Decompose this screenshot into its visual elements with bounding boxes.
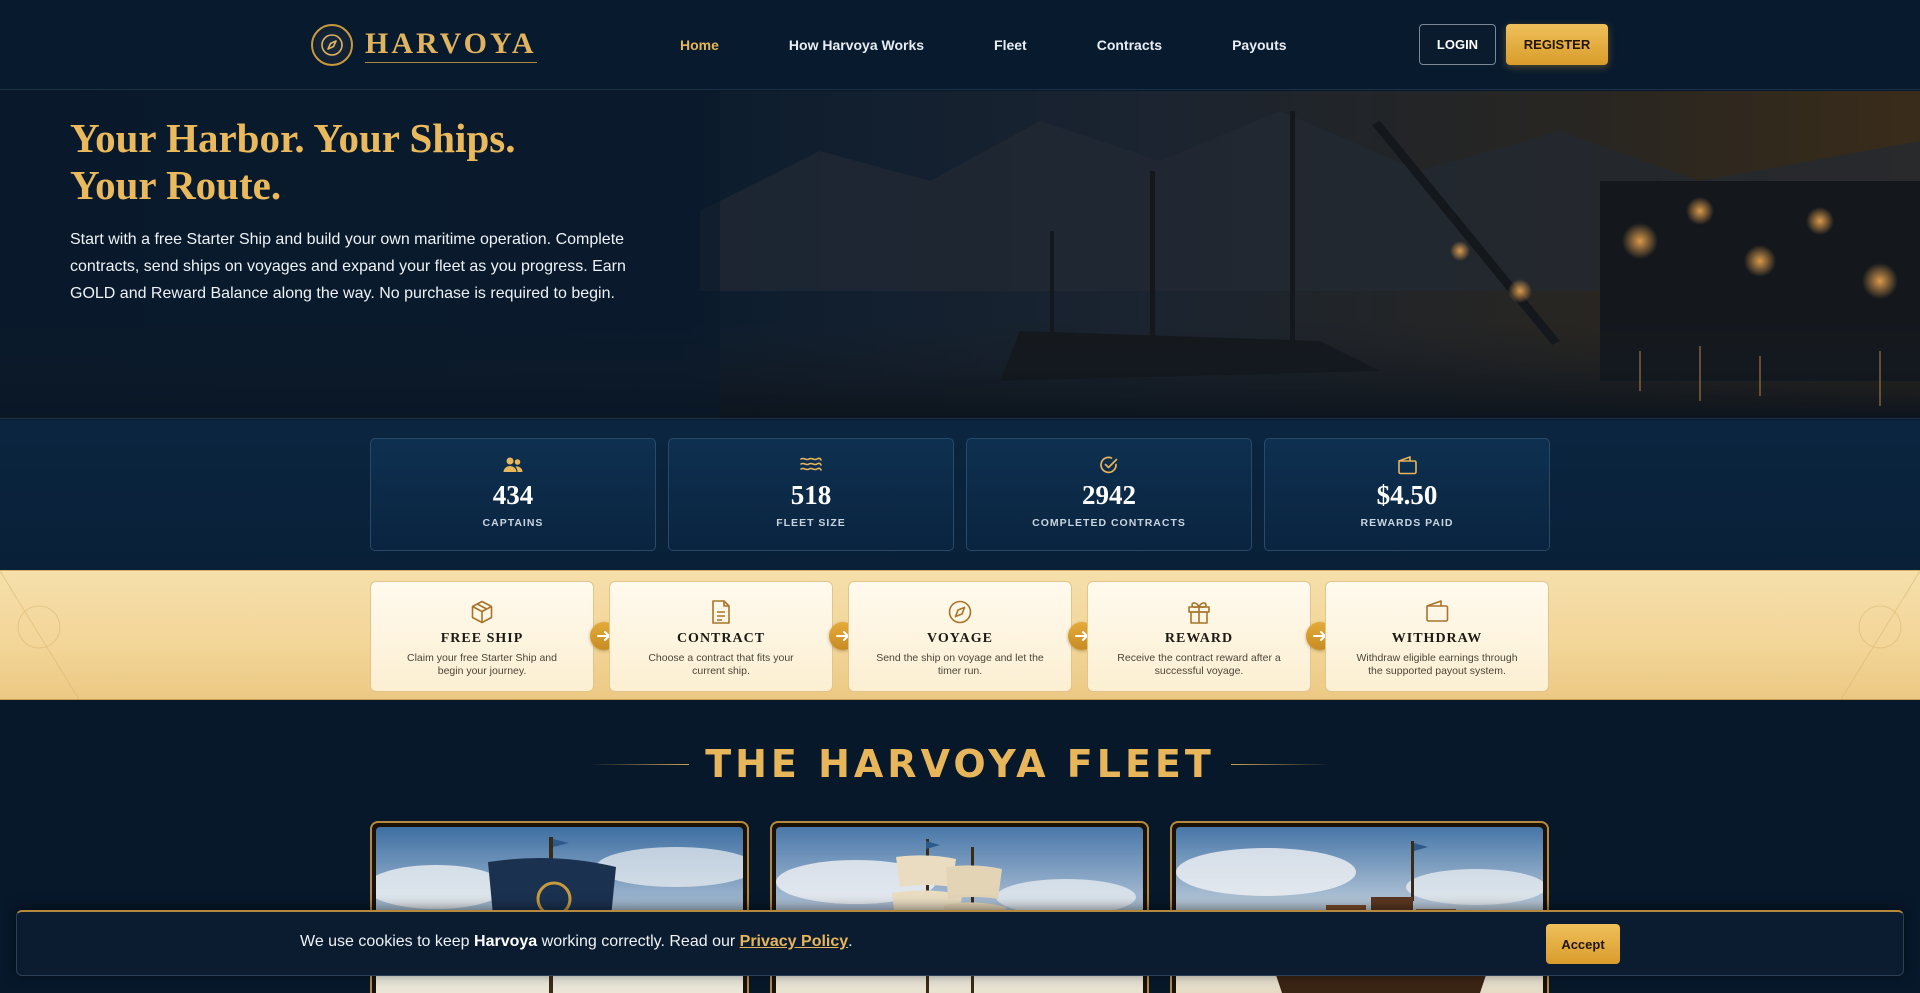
step-reward: REWARD Receive the contract reward after… (1087, 581, 1311, 692)
stat-card-fleet-size: 518 FLEET SIZE (668, 438, 954, 551)
accept-cookies-button[interactable]: Accept (1546, 924, 1620, 964)
hero-section: Your Harbor. Your Ships. Your Route. Sta… (0, 91, 1920, 419)
logo-wordmark: HARVOYA (365, 27, 537, 63)
step-description: Claim your free Starter Ship and begin y… (407, 652, 557, 677)
box-icon (371, 599, 593, 625)
site-header: HARVOYA Home How Harvoya Works Fleet Con… (0, 0, 1920, 90)
step-title: REWARD (1164, 631, 1234, 646)
hero-title: Your Harbor. Your Ships. Your Route. (70, 115, 515, 209)
how-it-works-steps: FREE SHIP Claim your free Starter Ship a… (0, 570, 1920, 700)
step-title: CONTRACT (676, 631, 766, 646)
nav-how-it-works[interactable]: How Harvoya Works (754, 37, 959, 53)
stats-section: 434 CAPTAINS 518 FLEET SIZE 2942 COMPLET… (0, 420, 1920, 570)
hero-description: Start with a free Starter Ship and build… (70, 231, 626, 302)
compass-icon (849, 599, 1071, 625)
wallet-icon (1265, 455, 1549, 475)
stat-label: FLEET SIZE (776, 517, 846, 529)
main-nav: Home How Harvoya Works Fleet Contracts P… (645, 0, 1322, 90)
stat-value: 2942 (1082, 480, 1136, 510)
step-voyage: VOYAGE Send the ship on voyage and let t… (848, 581, 1072, 692)
check-circle-icon (967, 455, 1251, 475)
cookie-text-start: We use cookies to keep (300, 933, 475, 950)
wallet-icon (1326, 599, 1548, 625)
step-description: Withdraw eligible earnings through the s… (1356, 652, 1518, 677)
step-title: VOYAGE (927, 631, 993, 646)
step-description: Send the ship on voyage and let the time… (876, 652, 1044, 677)
waves-icon (669, 455, 953, 475)
login-button[interactable]: LOGIN (1419, 24, 1496, 65)
hero-title-line-2: Your Route. (70, 162, 282, 208)
site-logo[interactable]: HARVOYA (311, 22, 537, 68)
compass-logo-icon (311, 24, 353, 66)
step-title: WITHDRAW (1391, 631, 1483, 646)
hero-title-line-1: Your Harbor. Your Ships. (70, 115, 516, 161)
step-withdraw: WITHDRAW Withdraw eligible earnings thro… (1325, 581, 1549, 692)
heading-divider-left (589, 763, 690, 765)
nav-contracts[interactable]: Contracts (1062, 37, 1197, 53)
stat-value: 434 (492, 480, 534, 510)
stat-card-rewards-paid: $4.50 REWARDS PAID (1264, 438, 1550, 551)
gift-icon (1088, 599, 1310, 625)
stat-value: $4.50 (1376, 480, 1438, 510)
register-button[interactable]: REGISTER (1506, 24, 1608, 65)
stat-label: CAPTAINS (482, 517, 544, 529)
cookie-banner: We use cookies to keep Harvoya working c… (16, 910, 1904, 976)
heading-divider-right (1230, 763, 1331, 765)
step-title: FREE SHIP (440, 631, 524, 646)
stat-value: 518 (790, 480, 832, 510)
stat-label: REWARDS PAID (1360, 517, 1454, 529)
stat-card-completed-contracts: 2942 COMPLETED CONTRACTS (966, 438, 1252, 551)
cookie-brand: Harvoya (474, 933, 538, 950)
nav-payouts[interactable]: Payouts (1197, 37, 1321, 53)
nav-home[interactable]: Home (645, 37, 754, 53)
privacy-policy-link[interactable]: Privacy Policy (740, 933, 849, 950)
stat-label: COMPLETED CONTRACTS (1032, 517, 1186, 529)
stat-card-captains: 434 CAPTAINS (370, 438, 656, 551)
fleet-heading: THE HARVOYA FLEET (0, 738, 1920, 790)
cookie-message: We use cookies to keep Harvoya working c… (300, 933, 853, 951)
nav-fleet[interactable]: Fleet (959, 37, 1062, 53)
step-description: Receive the contract reward after a succ… (1117, 652, 1281, 677)
step-description: Choose a contract that fits your current… (648, 652, 794, 677)
step-contract: CONTRACT Choose a contract that fits you… (609, 581, 833, 692)
step-free-ship: FREE SHIP Claim your free Starter Ship a… (370, 581, 594, 692)
cookie-text-middle: working correctly. Read our (537, 933, 740, 950)
document-icon (610, 599, 832, 625)
cookie-text-end: . (848, 933, 853, 950)
fleet-title: THE HARVOYA FLEET (705, 742, 1215, 786)
captains-icon (371, 455, 655, 475)
